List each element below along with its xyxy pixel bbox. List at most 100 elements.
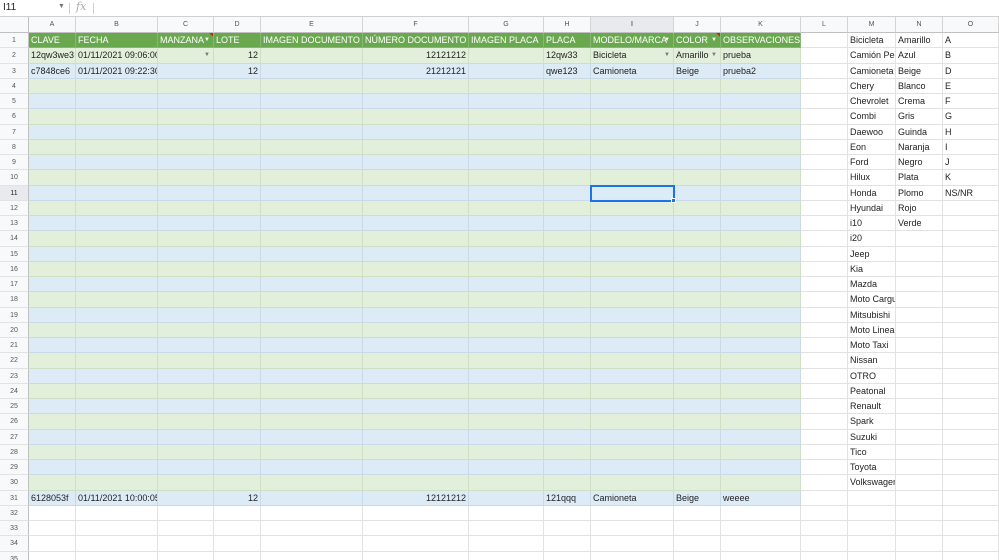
- row-header-18[interactable]: 18: [0, 292, 29, 308]
- table-cell-c22[interactable]: [158, 353, 214, 369]
- table-cell-e5[interactable]: [261, 94, 363, 110]
- cell-n27[interactable]: [896, 429, 943, 445]
- table-cell-g26[interactable]: [469, 414, 544, 430]
- table-cell-d28[interactable]: [214, 444, 261, 460]
- list-item-color[interactable]: Plomo: [896, 185, 943, 201]
- table-cell-i22[interactable]: [591, 353, 674, 369]
- list-item-color[interactable]: Crema: [896, 94, 943, 110]
- table-cell-h23[interactable]: [544, 368, 591, 384]
- table-cell-i3[interactable]: Camioneta: [591, 63, 674, 79]
- table-cell-c5[interactable]: [158, 94, 214, 110]
- table-cell-d4[interactable]: [214, 78, 261, 94]
- table-cell-j7[interactable]: [674, 124, 721, 140]
- table-cell-f3[interactable]: 21212121: [363, 63, 469, 79]
- cell-k34[interactable]: [721, 536, 801, 552]
- table-cell-h20[interactable]: [544, 322, 591, 338]
- table-cell-g13[interactable]: [469, 216, 544, 232]
- table-cell-k18[interactable]: [721, 292, 801, 308]
- row-header-32[interactable]: 32: [0, 505, 29, 521]
- table-cell-j16[interactable]: [674, 261, 721, 277]
- cell-m31[interactable]: [848, 490, 896, 506]
- table-cell-f26[interactable]: [363, 414, 469, 430]
- cell-f35[interactable]: [363, 551, 469, 560]
- list-item-model[interactable]: Moto Taxi: [848, 338, 896, 354]
- table-cell-a19[interactable]: [29, 307, 76, 323]
- row-header-17[interactable]: 17: [0, 277, 29, 293]
- table-cell-d16[interactable]: [214, 261, 261, 277]
- table-cell-k10[interactable]: [721, 170, 801, 186]
- table-cell-h10[interactable]: [544, 170, 591, 186]
- table-cell-f18[interactable]: [363, 292, 469, 308]
- table-cell-b16[interactable]: [76, 261, 158, 277]
- cell-o28[interactable]: [943, 444, 999, 460]
- list-item-block[interactable]: E: [943, 78, 999, 94]
- table-cell-b29[interactable]: [76, 460, 158, 476]
- table-cell-a30[interactable]: [29, 475, 76, 491]
- list-item-block[interactable]: B: [943, 48, 999, 64]
- list-item-model[interactable]: Moto Lineal: [848, 322, 896, 338]
- table-cell-c6[interactable]: [158, 109, 214, 125]
- table-cell-j28[interactable]: [674, 444, 721, 460]
- cell-o12[interactable]: [943, 200, 999, 216]
- cell-o15[interactable]: [943, 246, 999, 262]
- list-item-model[interactable]: Suzuki: [848, 429, 896, 445]
- table-header-cell-h1[interactable]: PLACA: [544, 33, 591, 49]
- table-cell-g18[interactable]: [469, 292, 544, 308]
- table-cell-g2[interactable]: [469, 48, 544, 64]
- table-cell-h29[interactable]: [544, 460, 591, 476]
- dropdown-chevron-icon[interactable]: ▼: [204, 48, 210, 62]
- table-cell-f21[interactable]: [363, 338, 469, 354]
- table-cell-b24[interactable]: [76, 383, 158, 399]
- table-cell-i16[interactable]: [591, 261, 674, 277]
- table-cell-g25[interactable]: [469, 399, 544, 415]
- table-cell-e24[interactable]: [261, 383, 363, 399]
- table-cell-g31[interactable]: [469, 490, 544, 506]
- cell-l18[interactable]: [801, 292, 848, 308]
- table-cell-i23[interactable]: [591, 368, 674, 384]
- table-cell-g28[interactable]: [469, 444, 544, 460]
- row-header-22[interactable]: 22: [0, 353, 29, 369]
- list-item-model[interactable]: Combi: [848, 109, 896, 125]
- column-header-l[interactable]: L: [801, 17, 848, 33]
- table-cell-g22[interactable]: [469, 353, 544, 369]
- table-cell-h17[interactable]: [544, 277, 591, 293]
- table-cell-k3[interactable]: prueba2: [721, 63, 801, 79]
- table-cell-e25[interactable]: [261, 399, 363, 415]
- cell-o27[interactable]: [943, 429, 999, 445]
- cell-o30[interactable]: [943, 475, 999, 491]
- list-item-model[interactable]: Chevrolet: [848, 94, 896, 110]
- table-cell-c15[interactable]: [158, 246, 214, 262]
- table-cell-f5[interactable]: [363, 94, 469, 110]
- cell-l25[interactable]: [801, 399, 848, 415]
- cell-n21[interactable]: [896, 338, 943, 354]
- table-cell-h2[interactable]: 12qw33: [544, 48, 591, 64]
- table-cell-j12[interactable]: [674, 200, 721, 216]
- list-item-block[interactable]: A: [943, 33, 999, 49]
- table-header-cell-c1[interactable]: MANZANA ▼ ◥: [158, 33, 214, 49]
- column-header-n[interactable]: N: [896, 17, 943, 33]
- table-cell-g24[interactable]: [469, 383, 544, 399]
- table-cell-g8[interactable]: [469, 139, 544, 155]
- cell-f33[interactable]: [363, 521, 469, 537]
- table-cell-b12[interactable]: [76, 200, 158, 216]
- column-header-m[interactable]: M: [848, 17, 896, 33]
- cell-n16[interactable]: [896, 261, 943, 277]
- cell-i33[interactable]: [591, 521, 674, 537]
- list-item-block[interactable]: I: [943, 139, 999, 155]
- dropdown-chevron-icon[interactable]: ▼: [711, 48, 717, 62]
- table-cell-g9[interactable]: [469, 155, 544, 171]
- cell-m35[interactable]: [848, 551, 896, 560]
- table-cell-a16[interactable]: [29, 261, 76, 277]
- table-cell-j17[interactable]: [674, 277, 721, 293]
- list-item-model[interactable]: Daewoo: [848, 124, 896, 140]
- cell-o21[interactable]: [943, 338, 999, 354]
- table-cell-e6[interactable]: [261, 109, 363, 125]
- table-cell-b8[interactable]: [76, 139, 158, 155]
- table-cell-k5[interactable]: [721, 94, 801, 110]
- row-header-14[interactable]: 14: [0, 231, 29, 247]
- list-item-model[interactable]: Mazda: [848, 277, 896, 293]
- table-cell-d27[interactable]: [214, 429, 261, 445]
- row-header-23[interactable]: 23: [0, 368, 29, 384]
- list-item-model[interactable]: Eon: [848, 139, 896, 155]
- table-cell-e2[interactable]: [261, 48, 363, 64]
